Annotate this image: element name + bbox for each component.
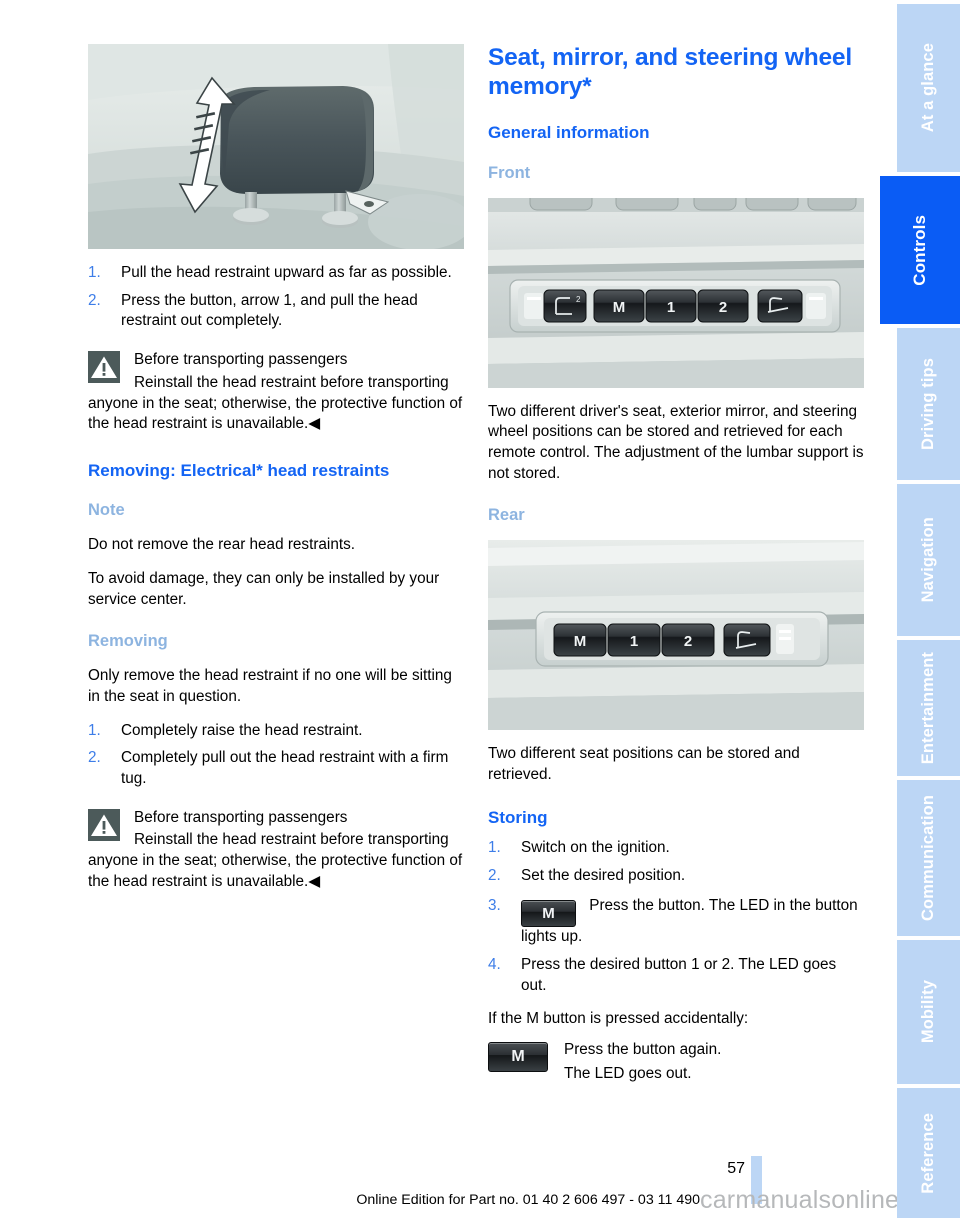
tab-label: Reference <box>919 1112 937 1194</box>
step-item: 2. Set the desired position. <box>488 866 864 887</box>
tab-label: At a glance <box>919 43 937 133</box>
section-tabs: At a glance Controls Driving tips Naviga… <box>880 0 960 1222</box>
step-item: 2. Press the button, arrow 1, and pull t… <box>88 291 464 332</box>
rear-memory-panel-figure: M 1 2 <box>488 540 864 731</box>
svg-text:2: 2 <box>719 299 727 316</box>
accidental-press-row: M Press the button again. The LED goes o… <box>488 1040 864 1084</box>
step-text: Completely raise the head restraint. <box>121 721 363 739</box>
tab-at-a-glance[interactable]: At a glance <box>897 4 960 172</box>
headrest-figure <box>88 44 464 249</box>
step-number: 1. <box>88 264 101 281</box>
tab-label: Controls <box>910 214 929 286</box>
svg-text:1: 1 <box>630 633 638 650</box>
step-number: 2. <box>88 291 101 309</box>
step-text: Press the desired button 1 or 2. The LED… <box>521 956 837 994</box>
right-column: Seat, mirror, and steering wheel memory*… <box>488 44 864 1088</box>
front-description: Two different driver's seat, exterior mi… <box>488 402 864 482</box>
page-title: Seat, mirror, and steering wheel memory* <box>488 44 852 100</box>
heading-general-information: General information <box>488 123 650 143</box>
manual-page: 1. Pull the head restraint upward as far… <box>0 0 960 1222</box>
tab-controls[interactable]: Controls <box>880 176 960 324</box>
page-content: 1. Pull the head restraint upward as far… <box>0 0 880 1222</box>
svg-text:1: 1 <box>667 299 675 316</box>
step-text: Completely pull out the head restraint w… <box>121 749 449 788</box>
tab-label: Entertainment <box>919 651 937 765</box>
warning-title: Before transporting passengers <box>134 808 348 826</box>
step-item: 2. Completely pull out the head restrain… <box>88 748 464 789</box>
accidental-line-2: The LED goes out. <box>564 1065 692 1083</box>
step-item: 3. M Press the button. The LED in the bu… <box>488 896 864 948</box>
tab-navigation[interactable]: Navigation <box>897 484 960 636</box>
svg-text:2: 2 <box>576 295 581 304</box>
step-item: 1. Completely raise the head restraint. <box>88 721 464 742</box>
tab-label: Communication <box>919 795 937 921</box>
front-memory-panel-figure: 2 M 1 2 <box>488 197 864 388</box>
tab-label: Navigation <box>919 517 937 603</box>
accidental-press-intro: If the M button is pressed accidentally: <box>488 1009 749 1027</box>
memory-m-button-icon: M <box>488 1042 548 1073</box>
warning-block-1: Before transporting passengers Reinstall… <box>88 350 464 435</box>
svg-text:M: M <box>574 633 587 650</box>
steps-storing: 1. Switch on the ignition. 2. Set the de… <box>488 838 864 997</box>
memory-m-button-icon: M <box>521 900 576 928</box>
step-number: 1. <box>88 721 101 739</box>
step-text: Switch on the ignition. <box>521 839 670 856</box>
note-paragraph-1: Do not remove the rear head restraints. <box>88 536 355 554</box>
warning-triangle-icon <box>88 351 120 384</box>
tab-reference[interactable]: Reference <box>897 1088 960 1218</box>
step-number: 2. <box>88 749 101 767</box>
step-text: Press the button, arrow 1, and pull the … <box>121 291 418 330</box>
heading-storing: Storing <box>488 807 548 827</box>
tab-mobility[interactable]: Mobility <box>897 940 960 1084</box>
svg-text:2: 2 <box>684 633 692 650</box>
step-number: 4. <box>488 956 501 974</box>
svg-text:M: M <box>613 299 626 316</box>
subheading-note: Note <box>88 501 125 520</box>
warning-body: Reinstall the head restraint before tran… <box>88 373 463 433</box>
left-column: 1. Pull the head restraint upward as far… <box>88 44 464 907</box>
warning-triangle-icon <box>88 808 120 841</box>
step-number: 3. <box>488 897 501 915</box>
tab-driving-tips[interactable]: Driving tips <box>897 328 960 480</box>
step-text: Pull the head restraint upward as far as… <box>121 264 452 281</box>
tab-label: Mobility <box>919 980 937 1044</box>
step-item: 1. Switch on the ignition. <box>488 838 864 859</box>
footer-edition-note: Online Edition for Part no. 01 40 2 606 … <box>356 1192 700 1208</box>
step-number: 2. <box>488 866 501 884</box>
note-paragraph-2: To avoid damage, they can only be instal… <box>88 569 440 608</box>
subheading-front: Front <box>488 163 531 182</box>
tab-label: Driving tips <box>919 358 937 450</box>
accidental-line-1: Press the button again. <box>564 1041 722 1059</box>
heading-removing-electrical: Removing: Electrical* head restraints <box>88 461 390 481</box>
steps-removing: 1. Completely raise the head restraint. … <box>88 721 464 790</box>
page-number: 57 <box>727 1160 745 1177</box>
tab-communication[interactable]: Communication <box>897 780 960 936</box>
steps-pull-head-restraint: 1. Pull the head restraint upward as far… <box>88 263 464 332</box>
rear-description: Two different seat positions can be stor… <box>488 745 800 783</box>
tab-entertainment[interactable]: Entertainment <box>897 640 960 776</box>
warning-body: Reinstall the head restraint before tran… <box>88 831 463 890</box>
step-text: Set the desired position. <box>521 866 686 884</box>
warning-block-2: Before transporting passengers Reinstall… <box>88 808 464 893</box>
step-item: 1. Pull the head restraint upward as far… <box>88 263 464 284</box>
removing-intro: Only remove the head restraint if no one… <box>88 667 452 705</box>
step-number: 1. <box>488 839 501 856</box>
subheading-rear: Rear <box>488 506 525 525</box>
subheading-removing: Removing <box>88 632 168 651</box>
step-item: 4. Press the desired button 1 or 2. The … <box>488 955 864 996</box>
warning-title: Before transporting passengers <box>134 351 348 369</box>
